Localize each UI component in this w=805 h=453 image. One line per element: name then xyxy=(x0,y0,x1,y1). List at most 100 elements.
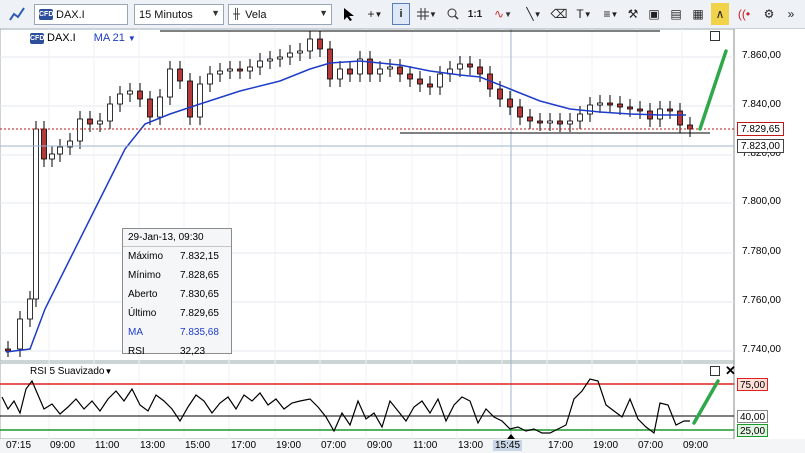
candle-body xyxy=(587,104,593,115)
candle-body xyxy=(277,56,283,60)
chevron-down-icon: ▼ xyxy=(319,8,328,18)
maximize-rsi-button[interactable] xyxy=(710,366,720,376)
candle-body xyxy=(217,70,223,75)
maximize-pane-button[interactable] xyxy=(710,31,720,41)
candle-body xyxy=(477,66,483,75)
candle-body xyxy=(627,106,633,110)
candle-body xyxy=(5,348,11,352)
tools-icon[interactable]: ⚒ xyxy=(624,3,642,25)
template-icon[interactable]: ▦ xyxy=(689,3,707,25)
candle-body xyxy=(517,106,523,118)
zoom-icon[interactable] xyxy=(444,3,462,25)
candle-body xyxy=(657,108,663,120)
time-label: 15:00 xyxy=(185,440,211,451)
legend-indicator-ma[interactable]: MA 21 xyxy=(94,32,125,44)
text-tool-icon[interactable]: T ▼ xyxy=(572,3,596,25)
symbol-select[interactable]: CFD DAX.I xyxy=(34,4,128,25)
eraser-icon[interactable]: ⌫ xyxy=(550,3,568,25)
line-price-tag: 7.823,00 xyxy=(737,139,784,153)
time-label: 09:00 xyxy=(367,440,393,451)
candle-body xyxy=(637,108,643,112)
info-tool-button[interactable]: i xyxy=(392,3,410,25)
time-label: 07:00 xyxy=(321,440,347,451)
chart-legend: CFD DAX.I MA 21 ▼ xyxy=(30,31,136,45)
candle-body xyxy=(187,80,193,118)
interval-select[interactable]: 15 Minutos ▼ xyxy=(134,4,224,25)
signal-icon[interactable]: ((• xyxy=(735,3,753,25)
data-row-high: Máximo 7.832,15 xyxy=(128,251,219,262)
candle-body xyxy=(677,110,683,126)
close-icon[interactable]: ✕ xyxy=(725,364,736,377)
candle-body xyxy=(287,52,293,58)
candle-body xyxy=(87,118,93,125)
candle-body xyxy=(547,120,553,124)
time-label: 09:00 xyxy=(683,440,709,451)
candle-body xyxy=(117,93,123,105)
candle-body xyxy=(57,146,63,155)
price-axis-label: 7.860,00 xyxy=(742,50,781,61)
main-pane xyxy=(0,29,735,362)
candle-body xyxy=(317,38,323,50)
data-window-date: 29-Jan-13, 09:30 xyxy=(123,229,231,247)
crosshair-icon[interactable]: + ▼ xyxy=(362,3,388,25)
data-row-last: Último 7.829,65 xyxy=(128,308,219,319)
candle-body xyxy=(197,83,203,118)
chart-type-select[interactable]: ╫ Vela ▼ xyxy=(228,4,332,25)
stock-icon[interactable] xyxy=(6,3,28,25)
candle-body xyxy=(567,120,573,125)
candle-body xyxy=(687,124,693,130)
data-row-rsi: RSI 32,23 xyxy=(128,346,206,357)
one-to-one-button[interactable]: 1:1 xyxy=(466,3,484,25)
fibonacci-icon[interactable]: ≡ ▼ xyxy=(600,3,622,25)
candle-body xyxy=(157,96,163,118)
candle-body xyxy=(527,116,533,122)
chevron-down-icon[interactable]: ▼ xyxy=(128,34,136,43)
rsi-level-current: 40,00 xyxy=(737,410,769,423)
candle-body xyxy=(41,128,47,160)
candle-body xyxy=(457,63,463,70)
rsi-level-upper: 75,00 xyxy=(737,378,769,391)
candle-body xyxy=(77,118,83,142)
indicator-icon[interactable]: ∧ xyxy=(711,3,729,25)
cursor-icon[interactable] xyxy=(340,3,358,25)
candle-body xyxy=(127,90,133,95)
candle-body xyxy=(227,68,233,72)
candle-body xyxy=(427,83,433,88)
chart-window-icon-2[interactable]: ▤ xyxy=(667,3,685,25)
more-icon[interactable]: » xyxy=(782,3,800,25)
chevron-down-icon[interactable]: ▼ xyxy=(105,367,113,376)
data-window: 29-Jan-13, 09:30 Máximo 7.832,15 Mínimo 7.… xyxy=(122,228,232,357)
time-label: 13:00 xyxy=(140,440,166,451)
candle-body xyxy=(507,98,513,108)
price-chart[interactable] xyxy=(0,29,805,453)
candle-body xyxy=(617,103,623,108)
candle-body xyxy=(137,90,143,100)
time-label: 17:00 xyxy=(548,440,574,451)
candle-body xyxy=(387,66,393,70)
interval-value: 15 Minutos xyxy=(139,8,193,21)
candle-body xyxy=(537,120,543,124)
time-label: 11:00 xyxy=(95,440,120,451)
rsi-title[interactable]: RSI 5 Suavizado▼ xyxy=(30,366,112,377)
candle-body xyxy=(577,113,583,122)
price-axis-label: 7.740,00 xyxy=(742,344,781,355)
time-label: 07:15 xyxy=(6,440,32,451)
candle-body xyxy=(247,66,253,72)
candle-body xyxy=(467,63,473,68)
price-axis-label: 7.840,00 xyxy=(742,99,781,110)
line-tool-icon[interactable]: ╲ ▼ xyxy=(522,3,546,25)
data-row-low: Mínimo 7.828,65 xyxy=(128,270,219,281)
time-label: 09:00 xyxy=(50,440,76,451)
candle-body xyxy=(407,73,413,80)
candle-body xyxy=(397,66,403,75)
settings-icon[interactable]: ⚙ xyxy=(760,3,778,25)
time-label: 07:00 xyxy=(638,440,664,451)
current-price-tag: 7.829,65 xyxy=(737,122,784,136)
candle-body xyxy=(97,120,103,125)
chart-window-icon[interactable]: ▣ xyxy=(645,3,663,25)
price-axis-label: 7.780,00 xyxy=(742,246,781,257)
chart-toolbar: CFD DAX.I 15 Minutos ▼ ╫ Vela ▼ + ▼ i ▼ 1… xyxy=(0,0,805,29)
grid-icon[interactable]: ▼ xyxy=(414,3,440,25)
candle-body xyxy=(207,73,213,85)
wave-icon[interactable]: ∿ ▼ xyxy=(490,3,516,25)
